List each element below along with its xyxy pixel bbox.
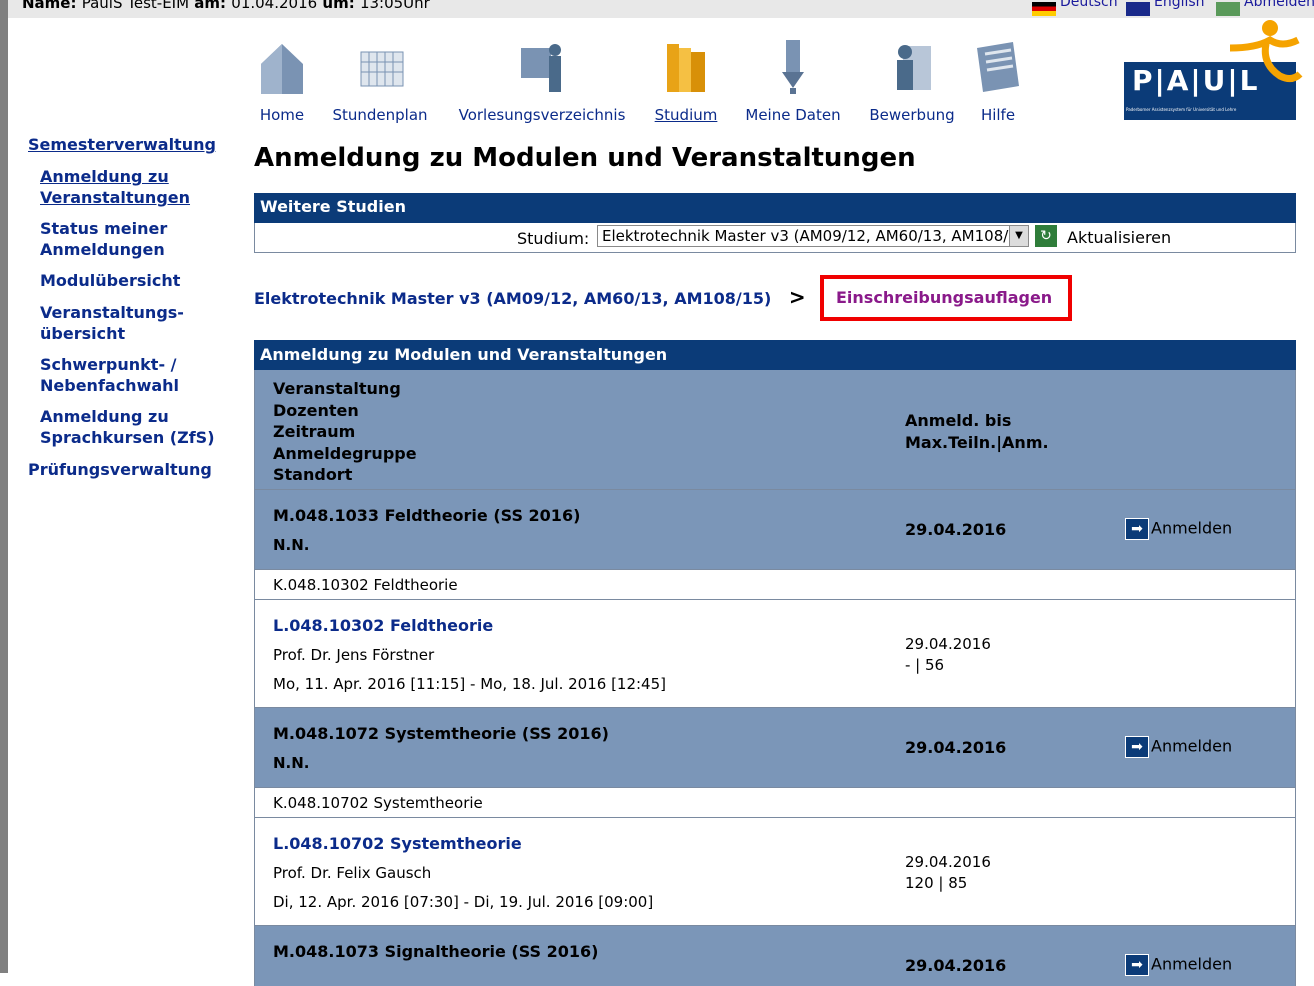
module-title: M.048.1072 Systemtheorie (SS 2016): [273, 724, 609, 743]
lecture-dozent: Prof. Dr. Jens Förstner: [273, 646, 435, 664]
breadcrumb: Elektrotechnik Master v3 (AM09/12, AM60/…: [254, 285, 806, 309]
lecture-participants: 120 | 85: [905, 874, 968, 892]
top-status-bar: Name: PaulS Test-EIM am: 01.04.2016 um: …: [8, 0, 1314, 18]
runner-logo-icon: [1229, 20, 1303, 83]
lecture-row: L.048.10702 Systemtheorie Prof. Dr. Feli…: [254, 818, 1296, 926]
einschreibungsauflagen-highlight: Einschreibungsauflagen: [820, 275, 1072, 321]
studium-select[interactable]: Elektrotechnik Master v3 (AM09/12, AM60/…: [597, 225, 1029, 247]
module-deadline: 29.04.2016: [905, 956, 1007, 975]
help-icon: [977, 42, 1019, 92]
german-flag-icon[interactable]: [1032, 2, 1056, 16]
chevron-down-icon[interactable]: ▼: [1009, 226, 1028, 246]
column-header-anmeldung: Anmeld. bis Max.Teiln.|Anm.: [905, 411, 1049, 452]
nav-bewerbung[interactable]: Bewerbung: [864, 38, 960, 124]
lecture-link[interactable]: L.048.10702 Systemtheorie: [273, 834, 522, 853]
page-title: Anmeldung zu Modulen und Veranstaltungen: [254, 143, 916, 173]
lang-english-link[interactable]: English: [1154, 0, 1205, 10]
einschreibungsauflagen-link[interactable]: Einschreibungsauflagen: [836, 288, 1052, 307]
sidebar-item-anmeldung-veranstaltungen[interactable]: Anmeldung zu Veranstaltungen: [40, 166, 210, 208]
studium-selector-row: Studium: Elektrotechnik Master v3 (AM09/…: [254, 223, 1296, 253]
user-info: Name: PaulS Test-EIM am: 01.04.2016 um: …: [22, 0, 430, 12]
lecture-row: L.048.10302 Feldtheorie Prof. Dr. Jens F…: [254, 600, 1296, 708]
lecture-deadline: 29.04.2016: [905, 635, 991, 653]
lecture-deadline: 29.04.2016: [905, 853, 991, 871]
sidebar-item-veranstaltungsuebersicht[interactable]: Veranstaltungs-übersicht: [40, 302, 184, 344]
lecture-zeitraum: Di, 12. Apr. 2016 [07:30] - Di, 19. Jul.…: [273, 893, 654, 911]
logout-icon[interactable]: [1216, 2, 1240, 16]
arrow-right-icon: ➡: [1125, 518, 1149, 540]
anmelden-button[interactable]: ➡ Anmelden: [1125, 518, 1232, 540]
arrow-right-icon: ➡: [1125, 736, 1149, 758]
sidebar-item-schwerpunkt[interactable]: Schwerpunkt- / Nebenfachwahl: [40, 354, 190, 396]
nav-vorlesungsverzeichnis[interactable]: Vorlesungsverzeichnis: [452, 38, 632, 124]
breadcrumb-separator: >: [788, 285, 806, 309]
module-row: M.048.1033 Feldtheorie (SS 2016) N.N. 29…: [254, 490, 1296, 570]
module-title: M.048.1033 Feldtheorie (SS 2016): [273, 506, 581, 525]
module-deadline: 29.04.2016: [905, 520, 1007, 539]
lecture-participants: - | 56: [905, 656, 945, 674]
refresh-icon[interactable]: ↻: [1035, 225, 1057, 247]
nav-meine-daten[interactable]: Meine Daten: [740, 38, 846, 124]
nav-studium[interactable]: Studium: [652, 38, 720, 124]
lecture-zeitraum: Mo, 11. Apr. 2016 [11:15] - Mo, 18. Jul.…: [273, 675, 666, 693]
studium-label: Studium:: [517, 229, 590, 248]
module-row: M.048.1073 Signaltheorie (SS 2016) 29.04…: [254, 926, 1296, 986]
lang-deutsch-link[interactable]: Deutsch: [1060, 0, 1118, 10]
binders-icon: [667, 44, 705, 92]
sidebar-item-moduluebersicht[interactable]: Modulübersicht: [40, 270, 230, 291]
english-flag-icon[interactable]: [1126, 2, 1150, 16]
breadcrumb-studium: Elektrotechnik Master v3 (AM09/12, AM60/…: [254, 289, 772, 308]
anmelden-button[interactable]: ➡ Anmelden: [1125, 736, 1232, 758]
window-left-edge: [0, 0, 8, 973]
sidebar-pruefungsverwaltung[interactable]: Prüfungsverwaltung: [28, 459, 212, 480]
module-dozent: N.N.: [273, 754, 310, 772]
column-header-veranstaltung: Veranstaltung Dozenten Zeitraum Anmeldeg…: [273, 379, 417, 484]
module-title: M.048.1073 Signaltheorie (SS 2016): [273, 942, 599, 961]
data-icon: [782, 40, 804, 94]
weitere-studien-header: Weitere Studien: [254, 193, 1296, 223]
kurs-title: K.048.10302 Feldtheorie: [273, 576, 458, 594]
kurs-row: K.048.10302 Feldtheorie: [254, 570, 1296, 600]
kurs-title: K.048.10702 Systemtheorie: [273, 794, 483, 812]
sidebar-semesterverwaltung[interactable]: Semesterverwaltung: [28, 134, 216, 155]
nav-home[interactable]: Home: [256, 38, 308, 124]
module-dozent: N.N.: [273, 536, 310, 554]
modules-table: Anmeldung zu Modulen und Veranstaltungen…: [254, 340, 1296, 986]
logout-link[interactable]: Abmelden: [1244, 0, 1314, 10]
calendar-icon: [360, 51, 404, 87]
sidebar-item-sprachkurse[interactable]: Anmeldung zu Sprachkursen (ZfS): [40, 406, 230, 448]
lecture-link[interactable]: L.048.10302 Feldtheorie: [273, 616, 493, 635]
home-icon: [261, 44, 303, 94]
nav-stundenplan[interactable]: Stundenplan: [328, 38, 432, 124]
kurs-row: K.048.10702 Systemtheorie: [254, 788, 1296, 818]
refresh-button[interactable]: Aktualisieren: [1067, 228, 1171, 247]
nav-hilfe[interactable]: Hilfe: [970, 38, 1026, 124]
application-icon: [897, 45, 931, 90]
module-row: M.048.1072 Systemtheorie (SS 2016) N.N. …: [254, 708, 1296, 788]
lecture-dozent: Prof. Dr. Felix Gausch: [273, 864, 432, 882]
lecture-icon: [521, 44, 561, 92]
sidebar-item-status[interactable]: Status meiner Anmeldungen: [40, 218, 210, 260]
module-deadline: 29.04.2016: [905, 738, 1007, 757]
table-header-row: Veranstaltung Dozenten Zeitraum Anmeldeg…: [254, 370, 1296, 490]
table-title: Anmeldung zu Modulen und Veranstaltungen: [254, 340, 1296, 370]
